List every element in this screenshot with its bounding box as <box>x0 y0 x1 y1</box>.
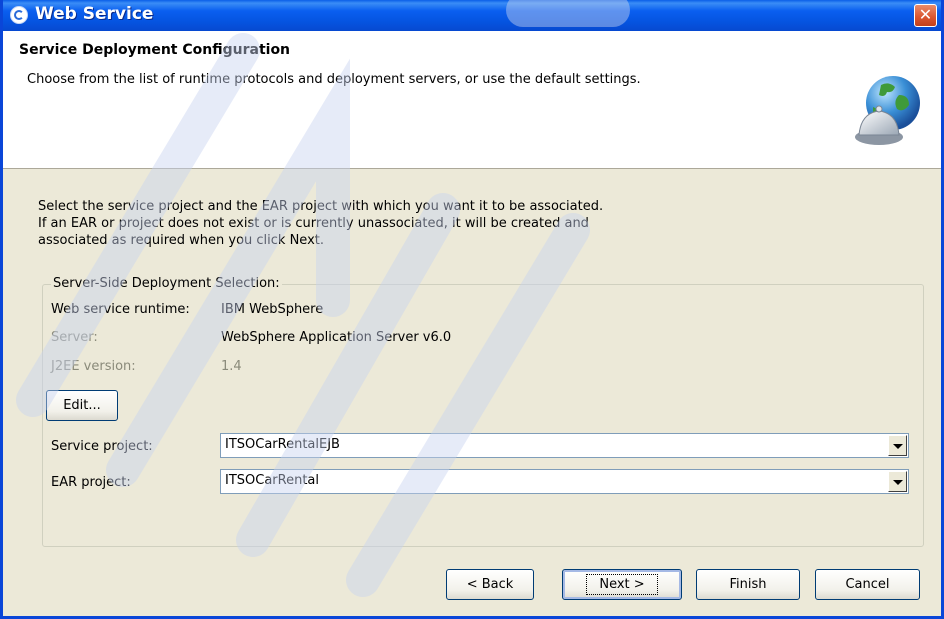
web-service-icon <box>10 6 28 24</box>
service-project-value: ITSOCarRentalEJB <box>225 437 340 452</box>
server-label: Server: <box>51 330 98 345</box>
chevron-down-icon[interactable] <box>888 435 907 456</box>
j2ee-version-label: J2EE version: <box>51 359 136 374</box>
instruction-line: If an EAR or project does not exist or i… <box>38 216 589 231</box>
wizard-content: Select the service project and the EAR p… <box>3 168 941 616</box>
next-button-label: Next > <box>586 574 658 595</box>
service-project-label: Service project: <box>51 439 153 454</box>
ear-project-label: EAR project: <box>51 475 131 490</box>
close-button[interactable]: ✕ <box>914 4 937 27</box>
title-bar[interactable]: Web Service ✕ <box>3 0 941 31</box>
edit-button[interactable]: Edit... <box>46 390 118 421</box>
back-button[interactable]: < Back <box>446 569 534 600</box>
chevron-down-icon[interactable] <box>888 471 907 492</box>
wizard-header: Service Deployment Configuration Choose … <box>3 31 941 169</box>
page-description: Choose from the list of runtime protocol… <box>27 72 641 87</box>
group-legend: Server-Side Deployment Selection: <box>51 276 282 291</box>
ear-project-combo[interactable]: ITSOCarRental <box>220 469 909 494</box>
instruction-line: associated as required when you click Ne… <box>38 233 324 248</box>
finish-button[interactable]: Finish <box>696 569 800 600</box>
server-side-deployment-group: Server-Side Deployment Selection: Web se… <box>42 276 924 547</box>
service-project-combo[interactable]: ITSOCarRentalEJB <box>220 433 909 458</box>
j2ee-version-value: 1.4 <box>221 359 242 374</box>
next-button[interactable]: Next > <box>562 569 682 600</box>
server-value: WebSphere Application Server v6.0 <box>221 330 452 345</box>
instruction-line: Select the service project and the EAR p… <box>38 199 604 214</box>
page-title: Service Deployment Configuration <box>19 42 291 58</box>
runtime-value: IBM WebSphere <box>221 302 324 317</box>
web-service-dialog: Web Service ✕ Service Deployment Configu… <box>0 0 944 619</box>
instructions: Select the service project and the EAR p… <box>38 198 758 249</box>
window-title: Web Service <box>35 4 154 24</box>
globe-bell-icon <box>855 76 920 145</box>
ear-project-value: ITSOCarRental <box>225 473 320 488</box>
cancel-button[interactable]: Cancel <box>815 569 920 600</box>
runtime-label: Web service runtime: <box>51 302 190 317</box>
